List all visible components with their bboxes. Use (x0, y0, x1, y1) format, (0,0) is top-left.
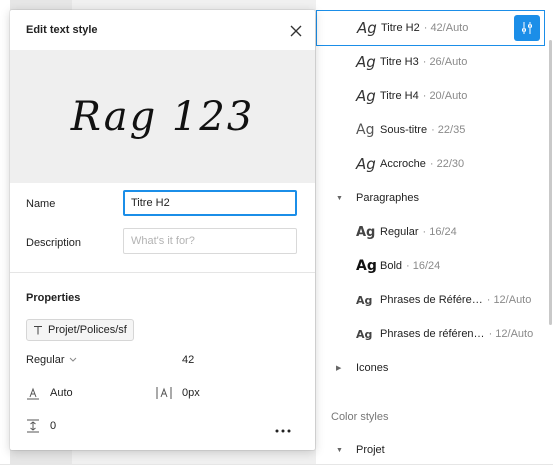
description-input[interactable] (123, 228, 297, 254)
chevron-down-icon (69, 357, 76, 362)
style-name: Regular (380, 226, 419, 238)
style-name: Titre H3 (380, 56, 419, 68)
style-preview: Rag 123 (10, 50, 315, 183)
name-label: Name (26, 198, 56, 210)
style-item-titre-h4[interactable]: Ag Titre H4 · 20/Auto (316, 81, 545, 111)
style-item-phrases-reference-1[interactable]: Ag Phrases de Référe… · 12/Auto (316, 285, 545, 315)
font-weight-select[interactable]: Regular (26, 354, 77, 366)
text-styles-panel: Ag Titre H2 · 42/Auto Ag Titre H3 · 26/A… (316, 0, 553, 464)
caret-down-icon: ▼ (336, 194, 343, 202)
description-label: Description (26, 237, 82, 249)
text-style-icon: Ag (356, 122, 375, 138)
style-meta: · 26/Auto (422, 56, 468, 68)
group-projet[interactable]: ▼ Projet (316, 435, 385, 465)
style-meta: · 12/Auto (486, 294, 532, 306)
paragraph-spacing-field[interactable]: 0 (26, 419, 56, 433)
group-paragraphes[interactable]: ▼ Paragraphes (316, 183, 419, 213)
text-style-icon: Ag (356, 155, 376, 173)
style-item-bold[interactable]: Ag Bold · 16/24 (316, 251, 545, 281)
style-item-sous-titre[interactable]: Ag Sous-titre · 22/35 (316, 115, 545, 145)
line-height-field[interactable]: Auto (26, 386, 73, 400)
text-style-icon: Ag (357, 19, 377, 37)
edit-style-button[interactable] (514, 15, 540, 41)
style-meta: · 16/24 (406, 260, 441, 272)
text-style-icon: Ag (356, 53, 376, 71)
text-style-icon: Ag (356, 258, 377, 274)
style-meta: · 20/Auto (422, 90, 468, 102)
color-styles-heading: Color styles (331, 411, 389, 423)
font-size-input[interactable]: 42 (182, 354, 194, 366)
font-family-chip[interactable]: Projet/Polices/sf (26, 319, 134, 341)
canvas-edge (0, 0, 10, 464)
style-meta: · 12/Auto (488, 328, 534, 340)
paragraph-spacing-icon (27, 419, 39, 433)
text-style-icon: Ag (356, 224, 376, 240)
group-icones[interactable]: ▶ Icones (316, 353, 388, 383)
line-height-value: Auto (50, 387, 73, 399)
style-item-titre-h2[interactable]: Ag Titre H2 · 42/Auto (316, 10, 545, 46)
style-meta: · 42/Auto (423, 22, 469, 34)
text-style-icon: Ag (356, 87, 376, 105)
close-button[interactable] (289, 24, 303, 38)
name-input[interactable] (123, 190, 297, 216)
style-name: Phrases de Référe… (380, 294, 483, 306)
letter-spacing-value: 0px (182, 387, 200, 399)
text-style-icon: Ag (356, 293, 373, 307)
sliders-icon (522, 22, 532, 34)
close-icon (290, 25, 302, 37)
letter-spacing-field[interactable]: 0px (156, 386, 200, 400)
paragraph-spacing-value: 0 (50, 420, 57, 432)
style-name: Sous-titre (380, 124, 428, 136)
style-name: Bold (380, 260, 403, 272)
text-icon (34, 326, 42, 335)
style-name: Accroche (380, 158, 426, 170)
style-item-titre-h3[interactable]: Ag Titre H3 · 26/Auto (316, 47, 545, 77)
style-item-regular[interactable]: Ag Regular · 16/24 (316, 217, 545, 247)
properties-heading: Properties (26, 292, 81, 304)
group-label: Icones (356, 362, 389, 374)
font-weight-value: Regular (26, 354, 65, 366)
scrollbar[interactable] (549, 40, 552, 325)
style-item-accroche[interactable]: Ag Accroche · 22/30 (316, 149, 545, 179)
group-label: Projet (356, 444, 385, 456)
caret-down-icon: ▼ (336, 446, 343, 454)
style-name: Titre H2 (381, 22, 420, 34)
style-item-phrases-reference-2[interactable]: Ag Phrases de référen… · 12/Auto (316, 319, 545, 349)
style-name: Phrases de référen… (380, 328, 485, 340)
style-meta: · 22/35 (431, 124, 466, 136)
style-meta: · 16/24 (422, 226, 457, 238)
group-label: Paragraphes (356, 192, 419, 204)
style-name: Titre H4 (380, 90, 419, 102)
caret-right-icon: ▶ (336, 365, 342, 372)
text-style-icon: Ag (356, 327, 373, 341)
dialog-title: Edit text style (26, 24, 98, 36)
letter-spacing-icon (156, 387, 172, 399)
more-options-button[interactable] (275, 420, 291, 436)
preview-text: Rag 123 (70, 93, 255, 140)
style-meta: · 22/30 (429, 158, 465, 170)
divider (10, 272, 315, 273)
more-horizontal-icon (275, 429, 291, 433)
font-family-value: Projet/Polices/sf (48, 324, 127, 336)
line-height-icon (27, 387, 39, 400)
edit-text-style-dialog: Edit text style Rag 123 Name Description… (10, 10, 315, 450)
